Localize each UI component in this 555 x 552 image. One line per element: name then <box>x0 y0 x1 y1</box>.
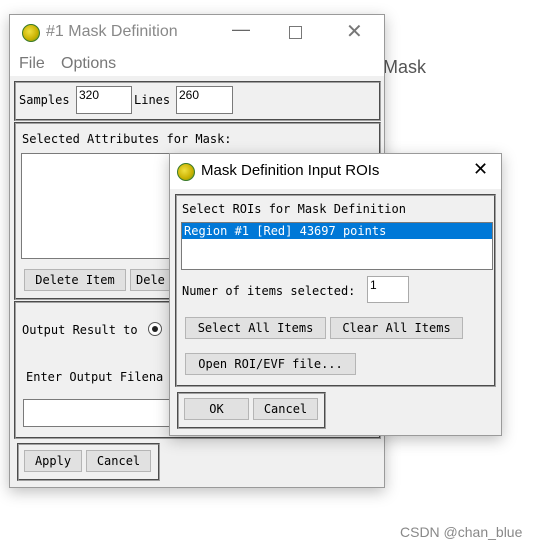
apply-button[interactable]: Apply <box>24 450 82 472</box>
select-all-button[interactable]: Select All Items <box>185 317 326 339</box>
dialog-action-group: OK Cancel <box>177 392 326 429</box>
input-rois-dialog: Mask Definition Input ROIs ✕ Select ROIs… <box>169 153 502 436</box>
roi-list-label: Select ROIs for Mask Definition <box>182 202 406 216</box>
output-label: Output Result to <box>22 323 138 337</box>
roi-list-item[interactable]: Region #1 [Red] 43697 points <box>182 223 492 239</box>
dialog-title-bar: Mask Definition Input ROIs ✕ <box>170 154 501 189</box>
open-roi-file-button[interactable]: Open ROI/EVF file... <box>185 353 356 375</box>
delete-item-button[interactable]: Delete Item <box>24 269 126 291</box>
count-field: 1 <box>367 276 409 303</box>
ok-button[interactable]: OK <box>184 398 249 420</box>
output-filename-label: Enter Output Filena <box>26 370 164 384</box>
menu-file[interactable]: File <box>19 55 45 73</box>
dialog-close-icon[interactable]: ✕ <box>473 159 488 180</box>
watermark: CSDN @chan_blue <box>400 524 523 540</box>
roi-list[interactable]: Region #1 [Red] 43697 points <box>181 222 493 270</box>
lines-input[interactable]: 260 <box>176 86 233 114</box>
clear-all-button[interactable]: Clear All Items <box>330 317 463 339</box>
window-title: #1 Mask Definition <box>46 23 178 40</box>
maximize-icon[interactable] <box>289 26 302 39</box>
title-bar: #1 Mask Definition — ✕ <box>10 15 384 51</box>
attributes-label: Selected Attributes for Mask: <box>22 132 232 146</box>
lines-label: Lines <box>134 93 171 107</box>
count-label: Numer of items selected: <box>182 284 356 298</box>
roi-group: Select ROIs for Mask Definition Region #… <box>175 194 496 387</box>
dimensions-group: Samples 320 Lines 260 <box>14 81 381 121</box>
dialog-cancel-button[interactable]: Cancel <box>253 398 318 420</box>
envi-logo-icon <box>22 24 40 42</box>
samples-label: Samples <box>19 93 70 107</box>
menu-options[interactable]: Options <box>61 55 116 73</box>
envi-logo-icon <box>177 163 195 181</box>
background-text: Mask <box>383 57 427 77</box>
samples-input[interactable]: 320 <box>76 86 132 114</box>
action-group: Apply Cancel <box>17 443 160 481</box>
minimize-icon[interactable]: — <box>232 19 250 40</box>
output-file-radio[interactable] <box>148 322 162 336</box>
dialog-title: Mask Definition Input ROIs <box>201 162 380 179</box>
cancel-button[interactable]: Cancel <box>86 450 151 472</box>
menu-bar: File Options <box>10 51 384 76</box>
close-icon[interactable]: ✕ <box>346 19 363 44</box>
